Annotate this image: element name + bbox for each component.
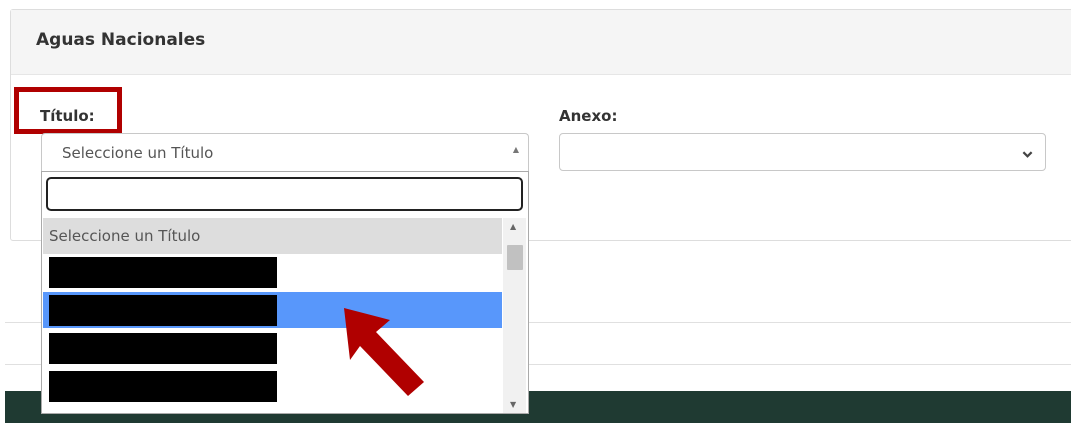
redacted-text (49, 333, 277, 364)
titulo-label-highlight (14, 87, 122, 134)
caret-up-icon: ▲ (512, 145, 519, 154)
scroll-up-icon[interactable]: ▲ (510, 222, 516, 231)
option-redacted[interactable] (43, 330, 502, 366)
option-highlighted[interactable] (43, 292, 502, 328)
option-label: Seleccione un Título (49, 227, 201, 245)
panel-title: Aguas Nacionales (36, 30, 206, 50)
panel-header: Aguas Nacionales (11, 10, 1071, 75)
anexo-select[interactable] (559, 133, 1046, 171)
option-placeholder[interactable]: Seleccione un Título (43, 218, 502, 254)
redacted-text (49, 257, 277, 288)
redacted-text (49, 371, 277, 402)
red-arrow-icon (344, 308, 424, 396)
scrollbar-thumb[interactable] (507, 245, 523, 270)
titulo-search-input[interactable] (46, 177, 523, 211)
redacted-text (49, 295, 277, 326)
titulo-dropdown: Seleccione un Título ▲ ▼ (41, 171, 529, 414)
titulo-select[interactable]: Seleccione un Título ▲ (41, 133, 529, 171)
option-redacted[interactable] (43, 254, 502, 290)
chevron-down-icon (1022, 151, 1033, 158)
dropdown-scrollbar[interactable]: ▲ ▼ (503, 218, 526, 413)
anexo-label: Anexo: (559, 107, 618, 125)
scroll-down-icon[interactable]: ▼ (510, 400, 516, 409)
titulo-select-value: Seleccione un Título (62, 144, 214, 162)
option-redacted[interactable] (43, 368, 502, 404)
